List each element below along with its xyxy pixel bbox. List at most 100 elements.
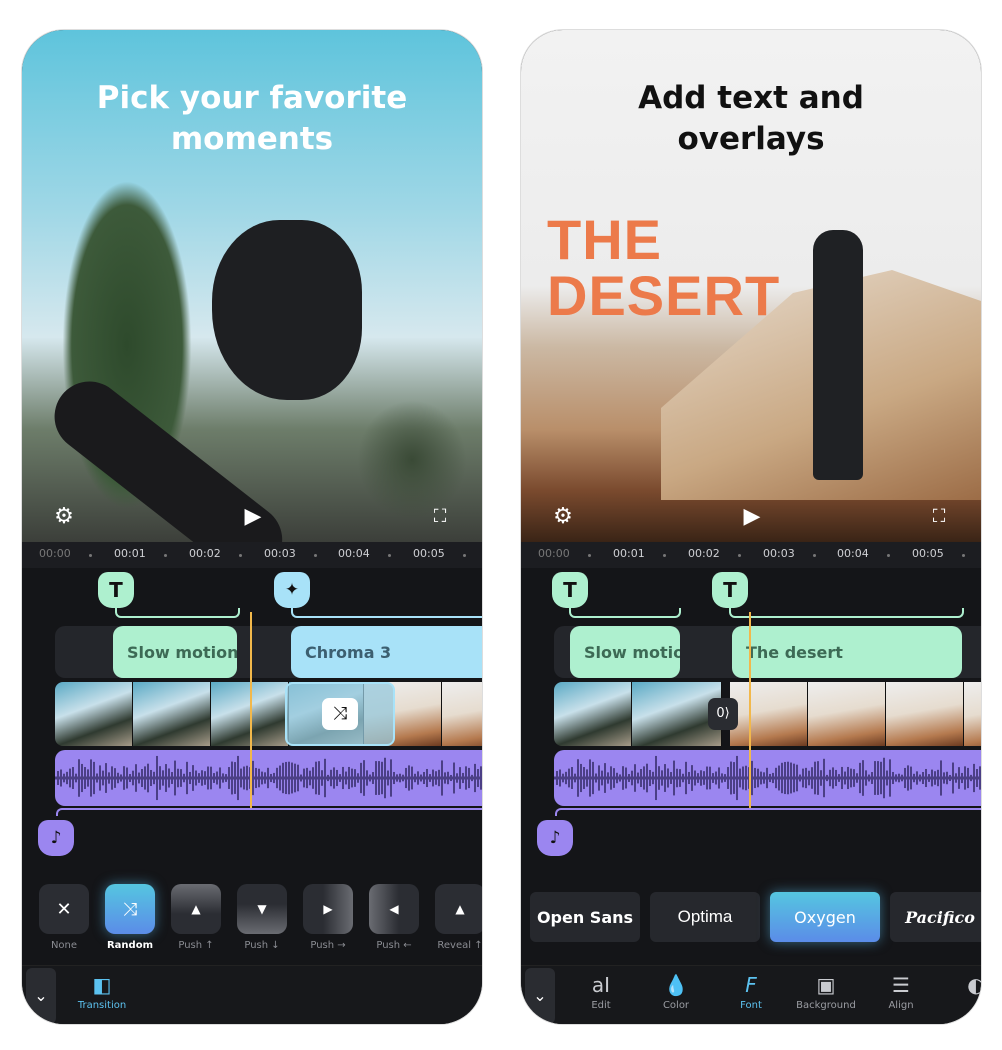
- effect-clip[interactable]: Chroma 3: [291, 626, 482, 678]
- text-marker-icon[interactable]: T: [712, 572, 748, 608]
- waveform-bar: [736, 755, 738, 801]
- waveform-bar: [865, 770, 867, 786]
- transition-push-down-button[interactable]: ▼: [237, 884, 287, 934]
- waveform-bar: [102, 770, 104, 786]
- waveform-bar: [216, 771, 218, 785]
- text-clip[interactable]: The desert: [732, 626, 962, 678]
- transition-push-right-button[interactable]: ▶: [303, 884, 353, 934]
- gear-icon[interactable]: ⚙: [548, 502, 578, 532]
- text-marker-icon[interactable]: T: [98, 572, 134, 608]
- waveform-bar: [192, 765, 194, 791]
- font-open-sans-button[interactable]: Open Sans: [530, 892, 640, 942]
- waveform-bar: [465, 766, 467, 790]
- text-clip[interactable]: Slow motion: [570, 626, 680, 678]
- video-frame: [55, 682, 133, 746]
- tab-font[interactable]: F Font: [716, 970, 786, 1011]
- waveform-bar: [820, 770, 822, 786]
- tab-background[interactable]: ▣ Background: [791, 970, 861, 1011]
- waveform-bar: [384, 757, 386, 799]
- waveform-bar: [408, 765, 410, 791]
- play-icon[interactable]: ▶: [737, 502, 767, 532]
- gear-icon[interactable]: ⚙: [49, 502, 79, 532]
- waveform-bar: [691, 765, 693, 791]
- text-marker-icon[interactable]: T: [552, 572, 588, 608]
- time-ruler[interactable]: 00:00 00:01 00:02 00:03 00:04 00:05: [22, 542, 482, 568]
- tab-label: Font: [740, 1000, 762, 1011]
- transition-random-button[interactable]: ⤨: [105, 884, 155, 934]
- waveform-bar: [895, 774, 897, 782]
- waveform-bar: [577, 759, 579, 797]
- dot: [164, 554, 167, 557]
- chevron-down-icon[interactable]: ⌄: [525, 968, 555, 1024]
- tab-align[interactable]: ☰ Align: [866, 970, 936, 1011]
- waveform-bar: [246, 765, 248, 791]
- timeline[interactable]: T ✦ Slow motion Chroma 3 ⤨ ♪: [22, 568, 482, 868]
- music-note-icon[interactable]: ♪: [38, 820, 74, 856]
- waveform-bar: [159, 766, 161, 790]
- video-track[interactable]: [55, 682, 482, 746]
- effect-range: [291, 608, 482, 618]
- playhead[interactable]: [250, 612, 252, 808]
- waveform-bar: [330, 769, 332, 787]
- tick-label: 00:04: [837, 547, 869, 560]
- bottom-toolbar: ⌄ aI Edit 💧 Color F Font ▣ Background ☰ Align…: [521, 965, 981, 1024]
- waveform-bar: [643, 766, 645, 790]
- waveform-bar: [186, 761, 188, 795]
- font-optima-button[interactable]: Optima: [650, 892, 760, 942]
- chevron-down-icon[interactable]: ⌄: [26, 968, 56, 1024]
- waveform-bar: [790, 762, 792, 794]
- tab-opacity[interactable]: ◐: [941, 970, 981, 1000]
- text-clip[interactable]: Slow motion: [113, 626, 237, 678]
- waveform-bar: [571, 767, 573, 789]
- waveform-bar: [219, 767, 221, 789]
- waveform-bar: [390, 759, 392, 797]
- time-ruler[interactable]: 00:00 00:01 00:02 00:03 00:04 00:05: [521, 542, 981, 568]
- transition-icon[interactable]: 0⟩: [708, 698, 738, 730]
- video-preview[interactable]: Add text and overlays THE DESERT ⚙ ▶ ⛶: [521, 30, 981, 542]
- waveform-bar: [655, 755, 657, 801]
- waveform-bar: [426, 768, 428, 788]
- waveform-bar: [387, 770, 389, 786]
- magic-wand-icon[interactable]: ✦: [274, 572, 310, 608]
- waveform-bar: [309, 770, 311, 786]
- waveform-bar: [973, 763, 975, 793]
- video-track[interactable]: [554, 682, 981, 746]
- waveform-bar: [937, 769, 939, 787]
- tab-color[interactable]: 💧 Color: [641, 970, 711, 1011]
- transition-clip[interactable]: ⤨: [285, 682, 395, 746]
- audio-track[interactable]: [55, 750, 482, 806]
- timeline[interactable]: T T Slow motion The desert 0⟩ ♪: [521, 568, 981, 868]
- waveform-bar: [306, 767, 308, 789]
- transition-push-left-button[interactable]: ◀: [369, 884, 419, 934]
- waveform-bar: [129, 774, 131, 782]
- waveform-bar: [601, 770, 603, 786]
- music-note-icon[interactable]: ♪: [537, 820, 573, 856]
- tab-edit[interactable]: aI Edit: [566, 970, 636, 1011]
- waveform-bar: [793, 763, 795, 793]
- waveform-bar: [898, 773, 900, 783]
- audio-waveform: [554, 755, 981, 801]
- waveform-bar: [817, 761, 819, 795]
- transition-reveal-up-button[interactable]: ▲: [435, 884, 482, 934]
- waveform-bar: [970, 774, 972, 782]
- dot: [463, 554, 466, 557]
- audio-track[interactable]: [554, 750, 981, 806]
- waveform-bar: [649, 769, 651, 787]
- waveform-bar: [363, 760, 365, 796]
- waveform-bar: [150, 769, 152, 787]
- waveform-bar: [811, 767, 813, 789]
- transition-none-button[interactable]: ✕: [39, 884, 89, 934]
- video-preview[interactable]: Pick your favorite moments ⚙ ▶ ⛶: [22, 30, 482, 542]
- overlay-title[interactable]: THE DESERT: [547, 212, 780, 324]
- waveform-bar: [565, 771, 567, 785]
- play-icon[interactable]: ▶: [238, 502, 268, 532]
- transition-push-up-button[interactable]: ▲: [171, 884, 221, 934]
- font-pacifico-button[interactable]: Pacifico: [890, 892, 981, 942]
- text-range: [569, 608, 681, 618]
- fullscreen-icon[interactable]: ⛶: [425, 502, 455, 532]
- fullscreen-icon[interactable]: ⛶: [924, 502, 954, 532]
- waveform-bar: [93, 761, 95, 795]
- font-oxygen-button[interactable]: Oxygen: [770, 892, 880, 942]
- tab-transition[interactable]: ◧ Transition: [67, 970, 137, 1011]
- playhead[interactable]: [749, 612, 751, 808]
